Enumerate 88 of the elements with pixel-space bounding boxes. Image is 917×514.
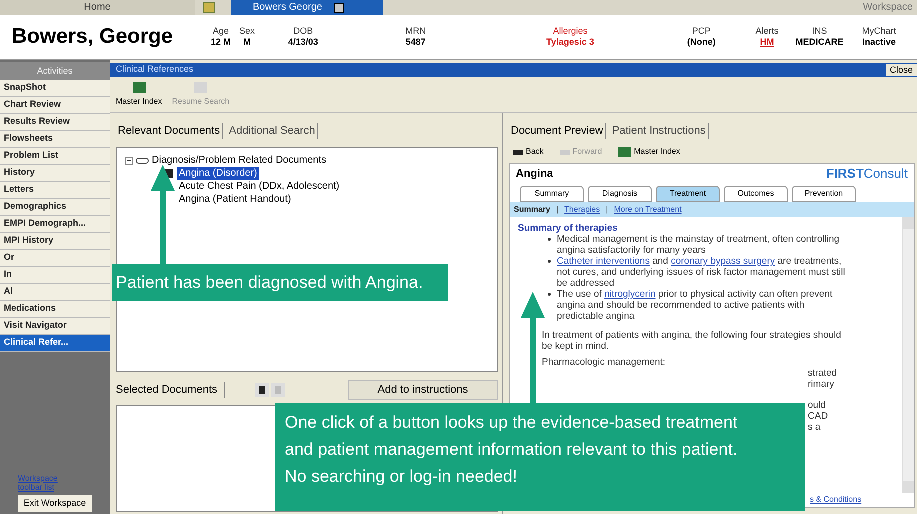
subnav-link[interactable]: Therapies [564, 204, 600, 216]
pane-tab[interactable]: Document Preview [509, 122, 606, 140]
tree-item[interactable]: Acute Chest Pain (DDx, Adolescent) [177, 180, 342, 193]
body-text-fragment: ould [808, 400, 827, 411]
field-label: Age [212, 26, 229, 37]
sidebar-item[interactable]: MPI History [0, 233, 110, 250]
collapse-icon[interactable] [125, 156, 133, 164]
body-text-fragment: strated [808, 368, 838, 379]
sidebar-item[interactable]: Problem List [0, 148, 110, 165]
field-value: MEDICARE [796, 37, 844, 48]
field-label: INS [812, 26, 828, 37]
separator: | [556, 204, 559, 216]
text-link[interactable]: Catheter interventions [557, 256, 650, 267]
section-heading: Summary of therapies [518, 223, 619, 234]
field-value: (None) [687, 37, 716, 48]
field-label: MRN [406, 26, 426, 37]
field-label: DOB [294, 26, 314, 37]
sidebar-item[interactable]: Clinical Refer... [0, 335, 110, 352]
field-label: PCP [692, 26, 711, 37]
field-value: 4/13/03 [288, 37, 318, 48]
tree-node[interactable]: Diagnosis/Problem Related Documents [152, 154, 327, 167]
sidebar-item[interactable]: History [0, 165, 110, 182]
document-tab[interactable]: Prevention [792, 186, 856, 202]
sidebar-item[interactable]: Al [0, 284, 110, 301]
body-paragraph: In treatment of patients with angina, the following four strategies should be kept in mind. [542, 330, 842, 352]
bullet-icon [548, 238, 551, 241]
body-text-fragment: CAD [808, 411, 830, 422]
workspace-tab[interactable]: Home [0, 0, 195, 15]
bullet-icon [548, 260, 551, 263]
separator: | [606, 204, 608, 216]
workspace-tab[interactable]: Bowers George [231, 0, 383, 15]
text-link[interactable]: nitroglycerin [604, 289, 656, 300]
document-title: Angina [516, 166, 554, 182]
document-tab[interactable]: Diagnosis [588, 186, 652, 202]
workspace-label: Workspace [863, 1, 914, 15]
callout: Patient has been diagnosed with Angina. [112, 264, 448, 301]
close-button[interactable]: Close [886, 64, 917, 76]
tree-item[interactable]: Angina (Disorder) [177, 167, 260, 180]
brand-logo: FIRSTConsult [826, 165, 908, 184]
tree-item[interactable]: Angina (Patient Handout) [177, 193, 294, 206]
bullet-text: The use of nitroglycerin prior to physical activity can often prevent angina and should be recommended to active patients with predictable angina [557, 289, 834, 322]
activity-title: Clinical References [116, 63, 194, 76]
sidebar-item[interactable]: SnapShot [0, 80, 110, 97]
pane-tab[interactable]: Patient Instructions [610, 122, 709, 140]
field-value[interactable]: HM [760, 37, 774, 48]
field-value: Tylagesic 3 [546, 37, 594, 48]
document-tab[interactable]: Outcomes [724, 186, 788, 202]
nav-button[interactable]: Master Index [618, 146, 680, 158]
close-icon[interactable] [334, 2, 344, 12]
toolbar-button[interactable]: Master Index [116, 82, 162, 108]
pane-tab[interactable]: Relevant Documents [116, 122, 224, 140]
field-value: 12 M [210, 37, 231, 48]
body-text-fragment: s a [808, 422, 822, 433]
field-label: Sex [239, 26, 255, 37]
subnav-link[interactable]: More on Treatment [614, 204, 682, 216]
sidebar-item[interactable]: Chart Review [0, 97, 110, 114]
text-link[interactable]: coronary bypass surgery [671, 256, 776, 267]
sidebar-item[interactable]: Flowsheets [0, 131, 110, 148]
sidebar-item[interactable]: Visit Navigator [0, 318, 110, 335]
callout: One click of a button looks up the evidence-based treatment and patient management information relevant to this patient. No searching or log-in needed! [275, 403, 805, 511]
sidebar-item[interactable]: Letters [0, 182, 110, 199]
sidebar-item[interactable]: Or [0, 250, 110, 267]
add-to-instructions-button[interactable]: Add to instructions [348, 380, 498, 400]
subnav-link[interactable]: Summary [514, 204, 550, 216]
bullet-icon [548, 293, 551, 296]
move-down-button[interactable] [254, 383, 268, 397]
field-label: Alerts [756, 26, 779, 37]
field-value: M [243, 37, 251, 48]
footer-link[interactable]: s & Conditions [810, 494, 862, 506]
sidebar-item[interactable]: Demographics [0, 199, 110, 216]
sidebar-item[interactable]: In [0, 267, 110, 284]
pane-tab[interactable]: Additional Search [227, 122, 318, 140]
field-value: Inactive [862, 37, 896, 48]
subheading: Pharmacologic management: [542, 357, 667, 368]
selected-documents-label: Selected Documents [116, 382, 224, 398]
document-tab[interactable]: Treatment [656, 186, 720, 202]
sidebar-title: Activities [0, 62, 110, 80]
field-label: MyChart [862, 26, 896, 37]
sidebar-item[interactable]: Medications [0, 301, 110, 318]
field-value: 5487 [406, 37, 426, 48]
nav-button[interactable]: Back [513, 146, 544, 158]
sidebar-item[interactable]: EMPI Demograph... [0, 216, 110, 233]
sidebar-item[interactable]: Results Review [0, 114, 110, 131]
exit-workspace-button[interactable]: Exit Workspace [18, 495, 92, 512]
patient-name: Bowers, George [12, 24, 174, 50]
field-label: Allergies [553, 26, 588, 37]
body-text-fragment: rimary [808, 379, 836, 390]
document-tab[interactable]: Summary [520, 186, 584, 202]
